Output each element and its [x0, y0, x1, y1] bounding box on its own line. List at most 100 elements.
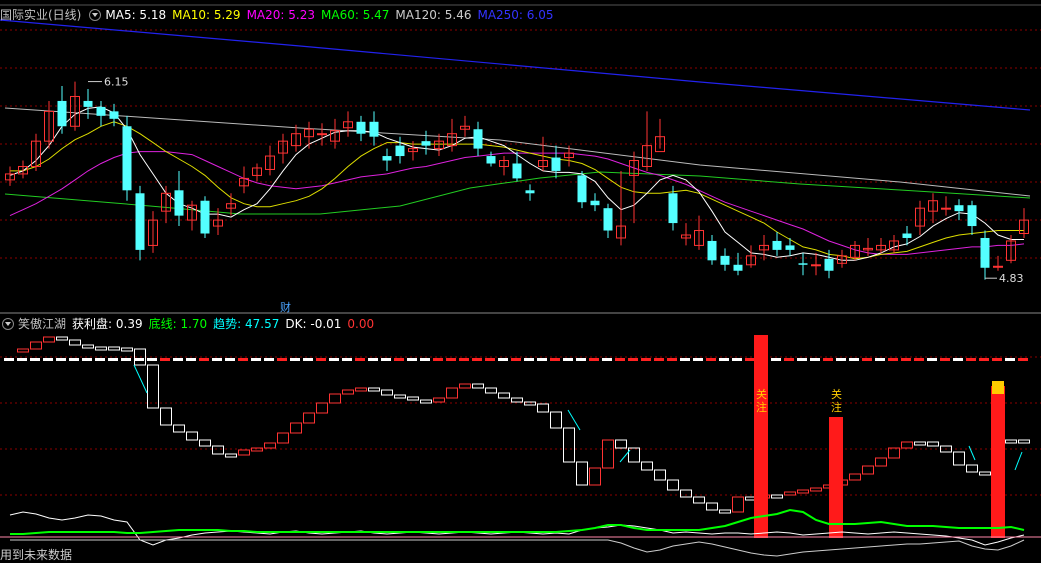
main-panel-header: 国际实业(日线) MA5: 5.18 MA10: 5.29 MA20: 5.23… — [0, 7, 560, 23]
stair-box-down — [95, 346, 107, 351]
bottom-line — [10, 508, 1025, 535]
indicator-title: 笑傲江湖 — [18, 317, 67, 331]
signal-band-segment — [654, 358, 664, 361]
signal-band-segment — [342, 358, 352, 361]
stair-box-down — [966, 464, 978, 473]
stair-box-down — [667, 479, 679, 491]
candle-down — [473, 129, 483, 149]
candle-down — [135, 193, 145, 250]
signal-band-segment — [797, 358, 807, 361]
signal-band-segment — [238, 358, 248, 361]
signal-band-segment — [901, 358, 911, 361]
candle-down — [772, 240, 782, 250]
stair-box-up — [355, 387, 367, 392]
candle-down — [902, 233, 912, 238]
ma250-line — [0, 19, 1031, 111]
stair-box-down — [680, 489, 692, 498]
signal-band-segment — [836, 358, 846, 361]
ma5-line — [9, 106, 1024, 261]
stair-box-up — [264, 442, 276, 449]
stair-box-down — [927, 441, 939, 447]
ma60-label: MA60: 5.47 — [321, 8, 390, 22]
signal-bar-label: 关 — [756, 387, 767, 401]
stair-box-down — [394, 394, 406, 399]
signal-band-segment — [277, 358, 287, 361]
signal-band-segment — [108, 358, 118, 361]
chevron-down-icon[interactable] — [2, 318, 14, 330]
signal-band-segment — [550, 358, 560, 361]
signal-band-segment — [875, 358, 885, 361]
signal-band-segment — [121, 358, 131, 361]
signal-band-segment — [628, 358, 638, 361]
stair-box-down — [719, 509, 731, 514]
signal-band-segment — [537, 358, 547, 361]
stair-box-down — [1018, 439, 1030, 444]
zero-label: 0.00 — [347, 317, 375, 331]
signal-band-segment — [17, 358, 27, 361]
signal-band-segment — [927, 358, 937, 361]
stair-box-down — [485, 387, 497, 394]
stair-box-down — [368, 387, 380, 392]
signal-band-segment — [69, 358, 79, 361]
signal-band-segment — [823, 358, 833, 361]
signal-band-segment — [706, 358, 716, 361]
stair-box-up — [316, 402, 328, 414]
stair-box-down — [511, 397, 523, 403]
signal-band-segment — [784, 358, 794, 361]
stair-box-up — [602, 439, 614, 469]
stair-box-up — [459, 383, 471, 389]
signal-band-segment — [576, 358, 586, 361]
stair-box-down — [121, 347, 133, 352]
stair-box-down — [576, 461, 588, 486]
candle-up — [811, 264, 821, 267]
alert-icon — [992, 381, 1004, 394]
candle-down — [57, 100, 67, 127]
signal-band-segment — [992, 358, 1002, 361]
stair-box-up — [732, 496, 744, 513]
signal-band-segment — [4, 358, 14, 361]
future-data-warning: 用到未来数据 — [0, 548, 73, 562]
top-toolbar-strip — [780, 0, 1041, 4]
stair-box-up — [875, 457, 887, 467]
trend-connector — [567, 409, 581, 431]
kline-chart[interactable]: 6.154.83财关注关注 — [0, 0, 1041, 563]
finance-event-marker: 财 — [280, 300, 291, 314]
stair-box-up — [17, 348, 29, 353]
stair-box-down — [186, 431, 198, 441]
signal-band-segment — [524, 358, 534, 361]
signal-band-segment — [173, 358, 183, 361]
signal-band-segment — [212, 358, 222, 361]
signal-band-segment — [641, 358, 651, 361]
trend-label: 趋势: 47.57 — [213, 317, 280, 331]
high-price-label: 6.15 — [104, 76, 129, 89]
candle-down — [395, 145, 405, 157]
bottom-line-label: 底线: 1.70 — [148, 317, 208, 331]
stair-box-down — [225, 453, 237, 458]
stair-box-down — [108, 346, 120, 351]
candle-down — [707, 240, 717, 261]
stock-title: 国际实业(日线) — [0, 8, 82, 22]
stair-box-down — [771, 494, 783, 499]
signal-band-segment — [771, 358, 781, 361]
chevron-down-icon[interactable] — [89, 9, 102, 21]
stair-box-down — [381, 389, 393, 396]
candle-down — [551, 157, 561, 171]
ma10-label: MA10: 5.29 — [172, 8, 241, 22]
signal-band-segment — [394, 358, 404, 361]
signal-band-segment — [420, 358, 430, 361]
candle-down — [980, 237, 990, 268]
signal-band-segment — [1005, 358, 1015, 361]
candle-down — [421, 141, 431, 146]
candle-down — [590, 200, 600, 206]
signal-band-segment — [667, 358, 677, 361]
stair-box-down — [706, 502, 718, 511]
candle-down — [200, 200, 210, 234]
candle-down — [733, 264, 743, 271]
signal-band-segment — [719, 358, 729, 361]
sub-panel-header: 笑傲江湖 获利盘: 0.39 底线: 1.70 趋势: 47.57 DK: -0… — [0, 316, 380, 332]
candle-down — [382, 156, 392, 161]
stair-box-down — [537, 403, 549, 413]
stair-box-down — [407, 396, 419, 401]
signal-band-segment — [446, 358, 456, 361]
candle-up — [941, 207, 951, 210]
